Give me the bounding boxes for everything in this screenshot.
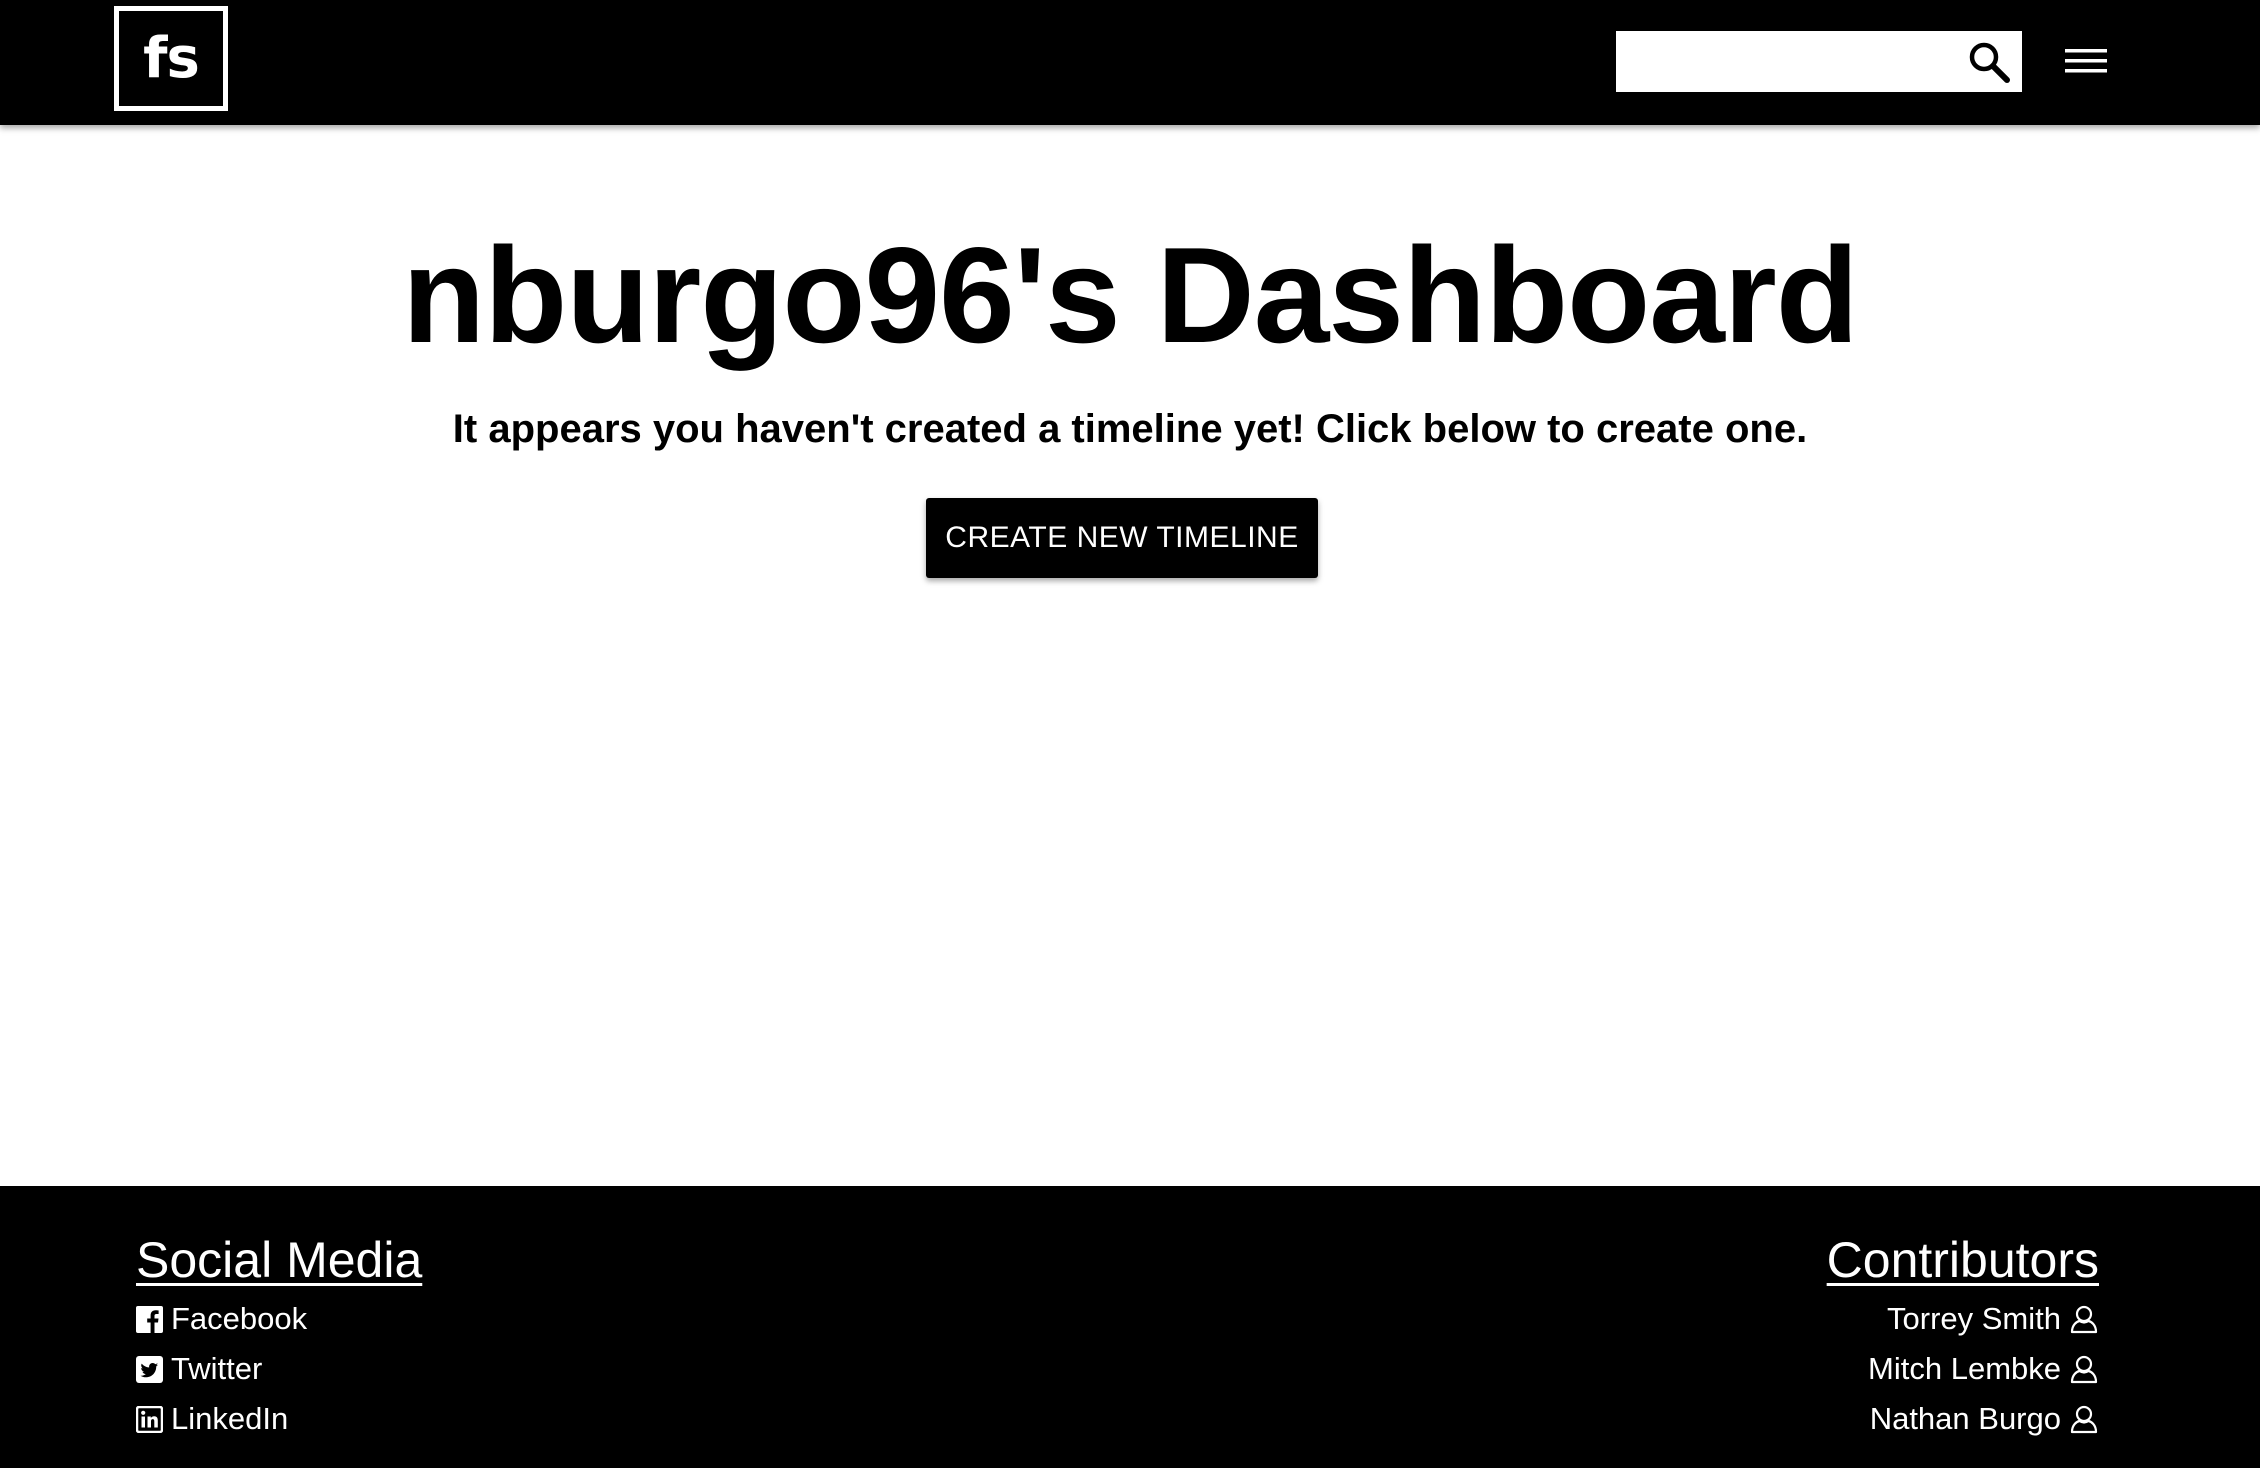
search-icon	[1969, 42, 2010, 83]
twitter-link[interactable]: Twitter	[136, 1344, 422, 1394]
social-media-heading: Social Media	[136, 1232, 423, 1288]
search-button[interactable]	[1956, 31, 2022, 92]
facebook-link[interactable]: Facebook	[136, 1294, 422, 1344]
contributors-section: Contributors Torrey Smith Mitch Lembke N…	[1827, 1230, 2099, 1444]
user-icon	[2069, 1354, 2099, 1384]
hamburger-menu-button[interactable]	[2064, 44, 2108, 78]
twitter-icon	[136, 1355, 163, 1383]
site-logo[interactable]: fs	[114, 6, 228, 111]
contributors-heading: Contributors	[1826, 1232, 2099, 1288]
hamburger-menu-icon	[2065, 49, 2107, 73]
site-footer: Social Media Facebook Twitter LinkedIn C…	[0, 1186, 2260, 1468]
linkedin-label: LinkedIn	[171, 1401, 289, 1436]
contributor-name: Torrey Smith	[1887, 1301, 2061, 1336]
contributor-name: Mitch Lembke	[1868, 1351, 2061, 1386]
contributor-item[interactable]: Nathan Burgo	[1827, 1394, 2099, 1444]
search-bar	[1616, 31, 2022, 92]
empty-state-message: It appears you haven't created a timelin…	[452, 407, 1808, 451]
contributor-item[interactable]: Torrey Smith	[1827, 1294, 2099, 1344]
user-icon	[2069, 1404, 2099, 1434]
dashboard-main: nburgo96's Dashboard It appears you have…	[0, 125, 2260, 1186]
logo-text: fs	[143, 26, 200, 91]
create-new-timeline-button[interactable]: CREATE NEW TIMELINE	[926, 498, 1318, 578]
user-icon	[2069, 1304, 2099, 1334]
facebook-label: Facebook	[171, 1301, 308, 1336]
page-title: nburgo96's Dashboard	[402, 219, 1859, 371]
top-navbar: fs	[0, 0, 2260, 125]
linkedin-icon	[136, 1405, 163, 1433]
facebook-icon	[136, 1305, 163, 1333]
contributor-name: Nathan Burgo	[1869, 1401, 2061, 1436]
search-input[interactable]	[1616, 31, 1956, 92]
linkedin-link[interactable]: LinkedIn	[136, 1394, 422, 1444]
twitter-label: Twitter	[171, 1351, 263, 1386]
contributor-item[interactable]: Mitch Lembke	[1827, 1344, 2099, 1394]
social-media-section: Social Media Facebook Twitter LinkedIn	[136, 1230, 422, 1444]
